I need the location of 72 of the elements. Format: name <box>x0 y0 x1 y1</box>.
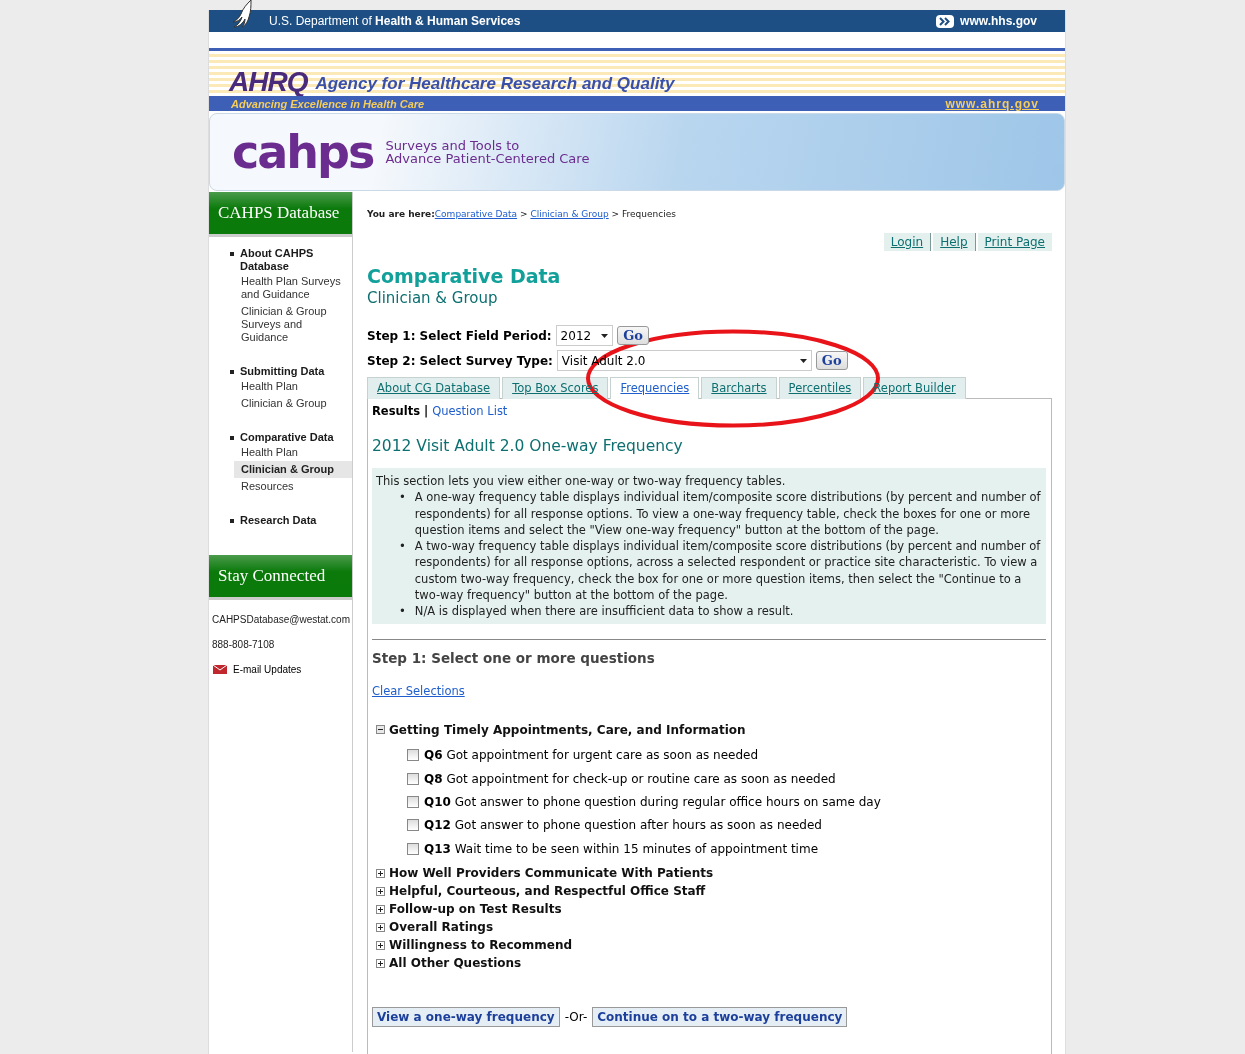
step-heading: Step 1: Select one or more questions <box>372 649 656 666</box>
one-way-button[interactable]: View a one-way frequency <box>372 1007 560 1028</box>
question-group[interactable]: Overall Ratings <box>389 920 494 935</box>
question-group[interactable]: How Well Providers Communicate With Patients <box>389 866 714 881</box>
subnav-current: Results <box>372 404 420 418</box>
tab[interactable]: Barcharts <box>701 377 777 399</box>
question-group[interactable]: Helpful, Courteous, and Respectful Office Staff <box>389 884 706 899</box>
ahrq-logo: AHRQ <box>229 68 308 96</box>
sidebar-item[interactable]: Health Plan Surveys and Guidance <box>209 273 352 303</box>
breadcrumb-current: Frequencies <box>622 209 676 219</box>
breadcrumb-separator: > <box>611 209 620 219</box>
question-label: Q12 Got answer to phone question after hours as soon as needed <box>424 818 822 833</box>
info-bullet: A one-way frequency table displays individual item/composite score distributions (by percent and number of respondents) for all response options. To view a one-way frequency table, check the boxes for one or more question items and select the "View one-way frequency" button at the bottom of the page. <box>414 489 1042 539</box>
breadcrumb-link[interactable]: Clinician & Group <box>530 209 609 219</box>
cahps-tagline: Advance Patient-Centered Care <box>385 152 590 165</box>
or-separator: -Or- <box>564 1010 588 1025</box>
question-group[interactable]: Willingness to Recommend <box>389 938 573 953</box>
sidebar-item[interactable]: Resources <box>209 478 352 495</box>
question-label: Q13 Wait time to be seen within 15 minutes of appointment time <box>424 841 819 856</box>
sidebar-title: CAHPS Database <box>209 192 352 237</box>
agency-tagline: Advancing Excellence in Health Care <box>231 97 425 110</box>
select-field[interactable]: 2012 <box>555 325 614 346</box>
sidebar-section[interactable]: Submitting Data <box>240 365 325 378</box>
sidebar-item[interactable]: Clinician & Group Surveys and Guidance <box>209 303 352 346</box>
subnav-separator: | <box>424 404 429 418</box>
step-label: Step 1: Select Field Period: <box>367 328 552 343</box>
info-intro: This section lets you view either one-way or two-way frequency tables. <box>376 473 787 490</box>
info-bullet: N/A is displayed when there are insufficient data to show a result. <box>414 603 794 620</box>
email-updates-link[interactable]: E-mail Updates <box>233 664 302 675</box>
sidebar-item[interactable]: Health Plan <box>209 378 352 395</box>
tab[interactable]: Frequencies <box>610 377 700 399</box>
clear-selections-link[interactable]: Clear Selections <box>372 683 465 698</box>
breadcrumb-link[interactable]: Comparative Data <box>434 209 518 219</box>
sidebar-item[interactable]: Health Plan <box>209 444 352 461</box>
top-link[interactable]: Help <box>933 233 976 251</box>
page-subheading: Clinician & Group <box>367 289 499 307</box>
top-link[interactable]: Print Page <box>977 233 1052 251</box>
info-bullet: A two-way frequency table displays individual item/composite score distributions (by percent and number of respondents) for all response options, across a selected respondent or practice site characteristic. To view a custom two-way frequency, check the box for one or more question items, then select the "Continue to a two-way frequency" button at the bottom of the page. <box>414 538 1042 604</box>
two-way-button[interactable]: Continue on to a two-way frequency <box>592 1007 848 1028</box>
bullet-marker: • <box>399 603 406 620</box>
question-label: Q10 Got answer to phone question during regular office hours on same day <box>424 794 881 809</box>
page-heading: Comparative Data <box>367 265 562 287</box>
go-button[interactable]: Go <box>617 326 649 345</box>
cahps-tagline: Surveys and Tools to <box>385 139 521 152</box>
bullet-marker: • <box>399 489 406 507</box>
question-group[interactable]: Getting Timely Appointments, Care, and Information <box>389 722 746 737</box>
step-label: Step 2: Select Survey Type: <box>367 353 553 368</box>
contact-email[interactable]: CAHPSDatabase@westat.com <box>209 614 352 625</box>
question-label: Q8 Got appointment for check-up or routine care as soon as needed <box>424 771 836 786</box>
agency-name: Agency for Healthcare Research and Quality <box>315 74 675 95</box>
bullet-marker: • <box>399 538 406 556</box>
sidebar-item[interactable]: Clinician & Group <box>209 395 352 412</box>
question-list-link[interactable]: Question List <box>432 404 508 418</box>
hhs-title: U.S. Department of Health & Human Services <box>269 14 521 28</box>
sidebar-section[interactable]: Research Data <box>240 514 317 527</box>
question-group[interactable]: Follow-up on Test Results <box>389 902 562 917</box>
tab[interactable]: About CG Database <box>367 377 501 399</box>
question-label: Q6 Got appointment for urgent care as soon as needed <box>424 748 759 763</box>
breadcrumb-separator: > <box>519 209 528 219</box>
top-link[interactable]: Login <box>883 233 932 251</box>
ahrq-link[interactable]: www.ahrq.gov <box>945 96 1039 111</box>
sidebar-section[interactable]: About CAHPS Database <box>240 247 352 273</box>
question-group[interactable]: All Other Questions <box>389 956 522 971</box>
results-title: 2012 Visit Adult 2.0 One-way Frequency <box>372 437 684 455</box>
sidebar-item[interactable]: Clinician & Group <box>234 461 352 478</box>
breadcrumb-label: You are here: <box>367 209 435 219</box>
sidebar-title: Stay Connected <box>209 555 352 600</box>
contact-phone: 888-808-7108 <box>211 639 276 650</box>
hhs-link[interactable]: www.hhs.gov <box>936 14 1037 28</box>
go-button[interactable]: Go <box>815 351 848 370</box>
sidebar-section[interactable]: Comparative Data <box>240 431 334 444</box>
tab[interactable]: Percentiles <box>778 377 862 399</box>
